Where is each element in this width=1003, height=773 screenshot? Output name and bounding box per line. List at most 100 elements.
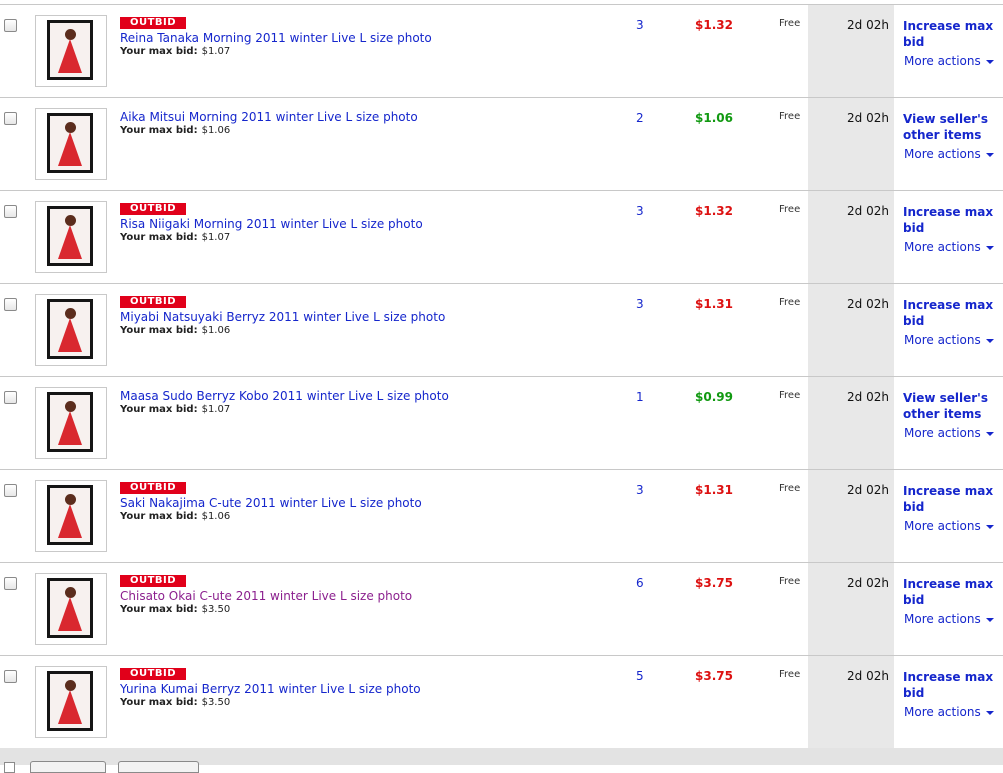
- photo-frame: [47, 299, 93, 359]
- item-checkbox[interactable]: [4, 298, 17, 311]
- item-checkbox[interactable]: [4, 205, 17, 218]
- max-bid-label: Your max bid:: [120, 404, 198, 415]
- bid-count-link[interactable]: 5: [636, 669, 644, 683]
- shipping-cost: Free: [779, 576, 801, 587]
- more-actions-label: More actions: [904, 333, 981, 347]
- item-checkbox[interactable]: [4, 484, 17, 497]
- primary-action-link[interactable]: Increase max bid: [903, 576, 998, 608]
- more-actions-label: More actions: [904, 705, 981, 719]
- max-bid-label: Your max bid:: [120, 325, 198, 336]
- bid-count-link[interactable]: 2: [636, 111, 644, 125]
- bid-count-link[interactable]: 3: [636, 483, 644, 497]
- item-title-link[interactable]: Saki Nakajima C-ute 2011 winter Live L s…: [120, 496, 422, 510]
- photo: [50, 302, 90, 356]
- photo: [50, 116, 90, 170]
- primary-action-link[interactable]: View seller's other items: [903, 390, 998, 422]
- item-thumbnail[interactable]: [35, 15, 107, 87]
- item-title-link[interactable]: Risa Niigaki Morning 2011 winter Live L …: [120, 217, 423, 231]
- max-bid-value: $1.07: [201, 232, 231, 243]
- max-bid-label: Your max bid:: [120, 232, 198, 243]
- photo-frame: [47, 113, 93, 173]
- outbid-badge: OUTBID: [120, 296, 186, 308]
- more-actions-dropdown[interactable]: More actions: [904, 147, 994, 161]
- chevron-down-icon: [985, 524, 994, 529]
- photo: [50, 395, 90, 449]
- photo-figure-dress: [58, 39, 82, 73]
- item-title-link[interactable]: Aika Mitsui Morning 2011 winter Live L s…: [120, 110, 418, 124]
- primary-action-link[interactable]: Increase max bid: [903, 204, 998, 236]
- time-left: 2d 02h: [847, 204, 889, 218]
- bid-count-link[interactable]: 6: [636, 576, 644, 590]
- photo-frame: [47, 20, 93, 80]
- item-title-link[interactable]: Maasa Sudo Berryz Kobo 2011 winter Live …: [120, 389, 449, 403]
- item-row: OUTBID Risa Niigaki Morning 2011 winter L…: [0, 191, 1003, 284]
- more-actions-label: More actions: [904, 426, 981, 440]
- bid-count-link[interactable]: 3: [636, 297, 644, 311]
- time-left: 2d 02h: [847, 576, 889, 590]
- more-actions-dropdown[interactable]: More actions: [904, 333, 994, 347]
- item-checkbox[interactable]: [4, 670, 17, 683]
- primary-action-link[interactable]: View seller's other items: [903, 111, 998, 143]
- more-actions-dropdown[interactable]: More actions: [904, 612, 994, 626]
- footer-action-button-2[interactable]: [118, 761, 199, 773]
- item-title-link[interactable]: Reina Tanaka Morning 2011 winter Live L …: [120, 31, 432, 45]
- chevron-down-icon: [985, 617, 994, 622]
- primary-action-link[interactable]: Increase max bid: [903, 483, 998, 515]
- photo-figure-dress: [58, 597, 82, 631]
- item-title-link[interactable]: Chisato Okai C-ute 2011 winter Live L si…: [120, 589, 412, 603]
- more-actions-dropdown[interactable]: More actions: [904, 54, 994, 68]
- item-checkbox[interactable]: [4, 19, 17, 32]
- shipping-cost: Free: [779, 297, 801, 308]
- max-bid-value: $1.07: [201, 46, 231, 57]
- item-title-link[interactable]: Yurina Kumai Berryz 2011 winter Live L s…: [120, 682, 421, 696]
- more-actions-dropdown[interactable]: More actions: [904, 426, 994, 440]
- more-actions-dropdown[interactable]: More actions: [904, 705, 994, 719]
- primary-action-link[interactable]: Increase max bid: [903, 669, 998, 701]
- photo-figure-dress: [58, 318, 82, 352]
- photo-figure-dress: [58, 504, 82, 538]
- item-thumbnail[interactable]: [35, 666, 107, 738]
- item-checkbox[interactable]: [4, 391, 17, 404]
- select-all-checkbox[interactable]: [4, 762, 15, 773]
- max-bid-value: $3.50: [201, 604, 231, 615]
- shipping-cost: Free: [779, 483, 801, 494]
- item-thumbnail[interactable]: [35, 201, 107, 273]
- more-actions-dropdown[interactable]: More actions: [904, 519, 994, 533]
- primary-action-link[interactable]: Increase max bid: [903, 297, 998, 329]
- time-left: 2d 02h: [847, 297, 889, 311]
- item-thumbnail[interactable]: [35, 294, 107, 366]
- current-price: $3.75: [695, 669, 733, 683]
- item-title-link[interactable]: Miyabi Natsuyaki Berryz 2011 winter Live…: [120, 310, 445, 324]
- outbid-badge: OUTBID: [120, 482, 186, 494]
- max-bid-value: $1.06: [201, 325, 231, 336]
- chevron-down-icon: [985, 245, 994, 250]
- item-row: OUTBID Yurina Kumai Berryz 2011 winter Li…: [0, 656, 1003, 749]
- item-thumbnail[interactable]: [35, 573, 107, 645]
- bid-count-link[interactable]: 3: [636, 18, 644, 32]
- current-price: $1.32: [695, 204, 733, 218]
- item-checkbox[interactable]: [4, 112, 17, 125]
- photo: [50, 23, 90, 77]
- primary-action-link[interactable]: Increase max bid: [903, 18, 998, 50]
- more-actions-dropdown[interactable]: More actions: [904, 240, 994, 254]
- bid-count-link[interactable]: 1: [636, 390, 644, 404]
- max-bid: Your max bid: $1.06: [120, 511, 230, 522]
- item-thumbnail[interactable]: [35, 387, 107, 459]
- list-footer: [0, 748, 1003, 773]
- max-bid-label: Your max bid:: [120, 697, 198, 708]
- item-row: Maasa Sudo Berryz Kobo 2011 winter Live …: [0, 377, 1003, 470]
- max-bid-value: $1.06: [201, 511, 231, 522]
- photo: [50, 209, 90, 263]
- footer-action-button-1[interactable]: [30, 761, 106, 773]
- bid-count-link[interactable]: 3: [636, 204, 644, 218]
- item-thumbnail[interactable]: [35, 480, 107, 552]
- outbid-badge: OUTBID: [120, 203, 186, 215]
- max-bid-label: Your max bid:: [120, 46, 198, 57]
- photo-frame: [47, 578, 93, 638]
- item-row: OUTBID Chisato Okai C-ute 2011 winter Liv…: [0, 563, 1003, 656]
- current-price: $1.31: [695, 483, 733, 497]
- outbid-badge: OUTBID: [120, 17, 186, 29]
- item-thumbnail[interactable]: [35, 108, 107, 180]
- max-bid: Your max bid: $1.07: [120, 404, 230, 415]
- item-checkbox[interactable]: [4, 577, 17, 590]
